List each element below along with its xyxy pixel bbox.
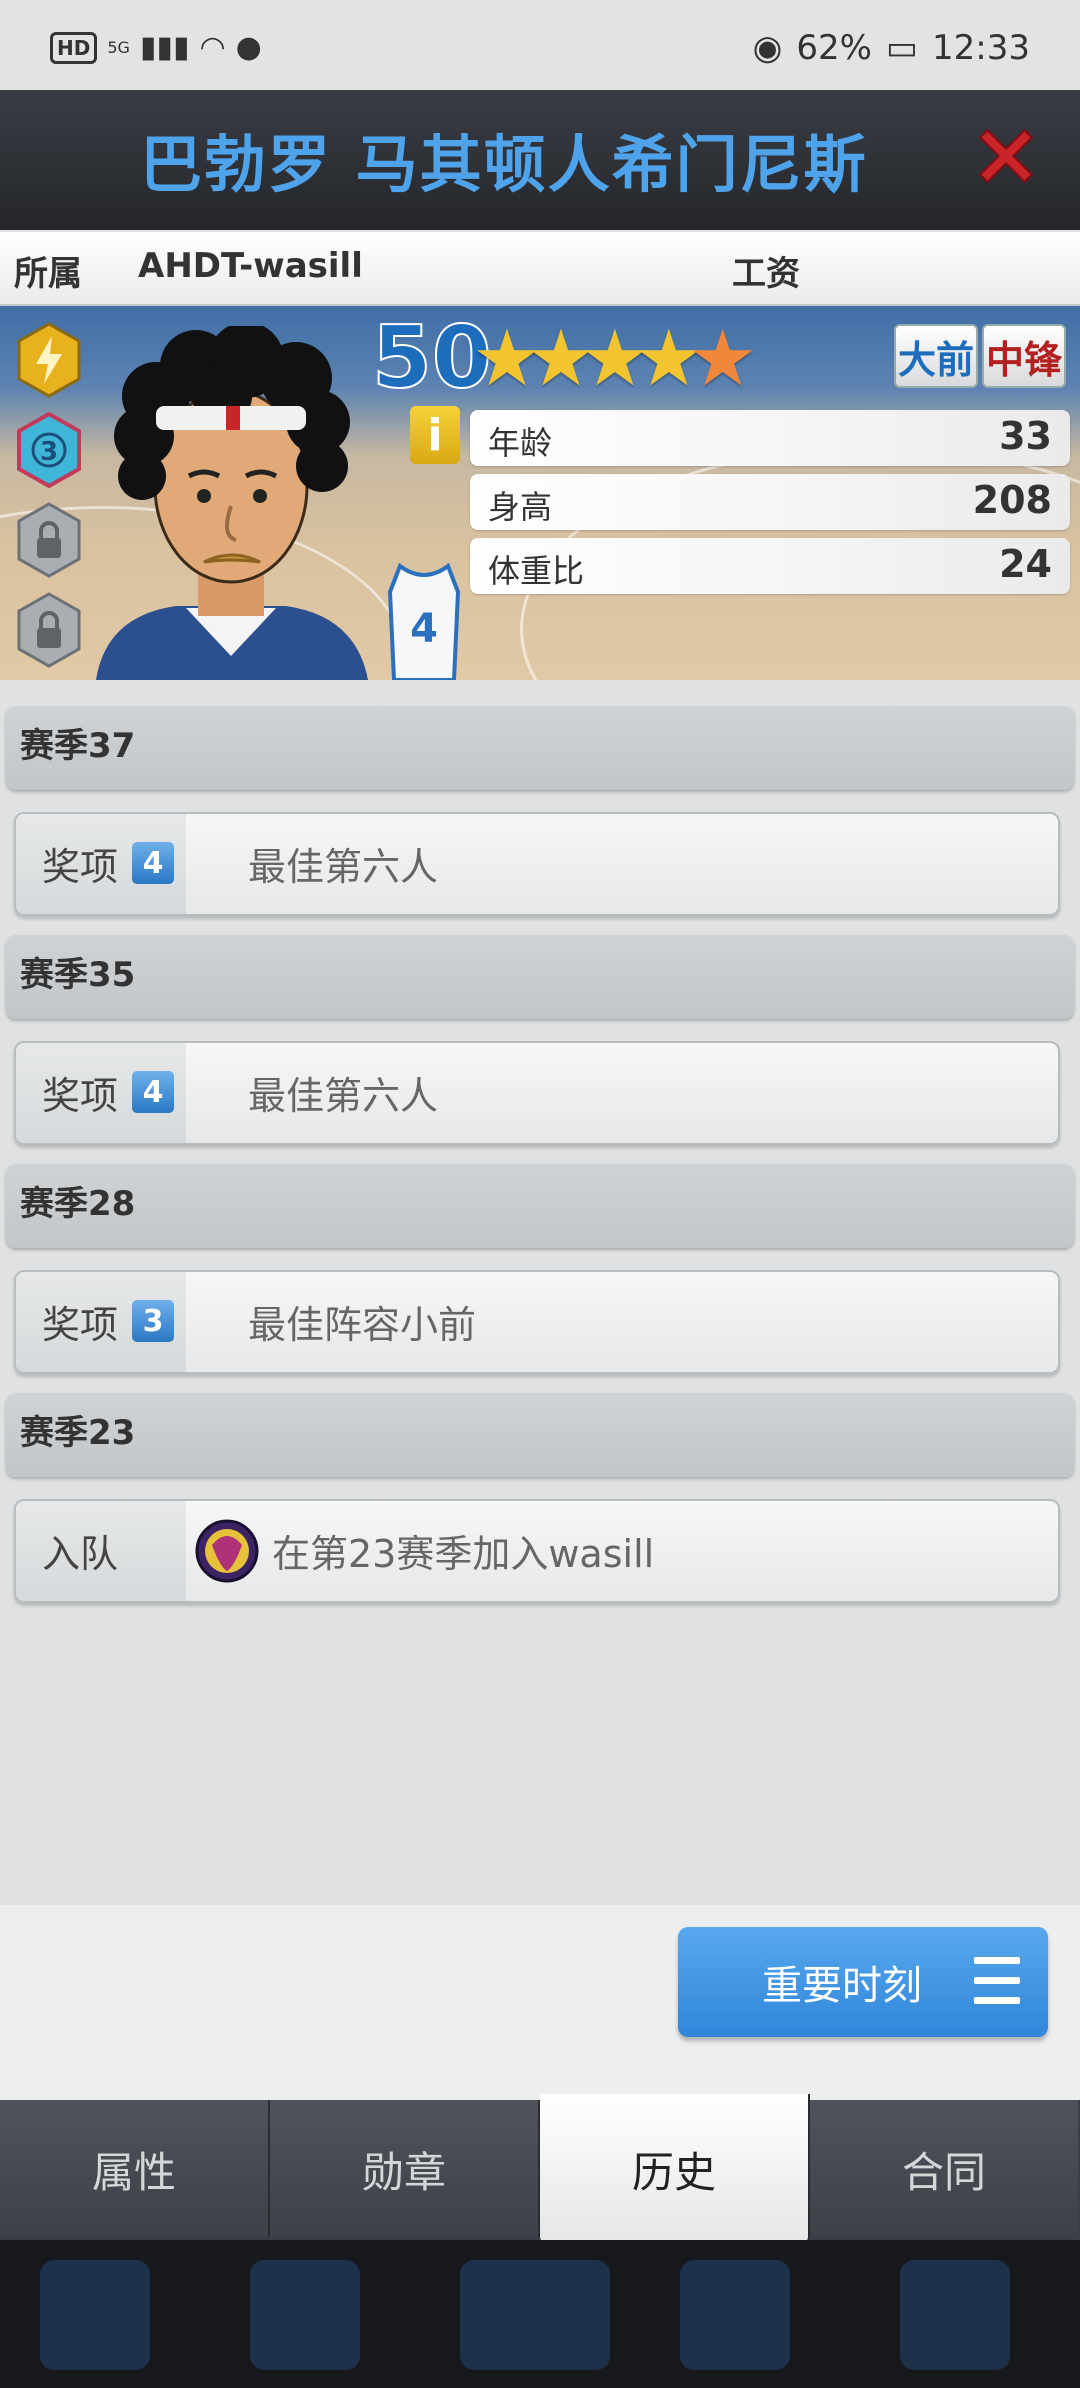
status-bar: HD 5G ▮▮▮ ◠ ● ◉ 62% ▭ 12:33	[0, 0, 1080, 90]
season-header: 赛季35	[6, 935, 1074, 1019]
entry-type: 奖项	[42, 845, 119, 889]
player-header: 巴勃罗 马其顿人希门尼斯	[0, 90, 1080, 230]
nav-icon[interactable]	[460, 2260, 610, 2370]
lock-icon	[17, 502, 81, 578]
level-badge-icon[interactable]: 3	[16, 412, 82, 488]
entry-text: 最佳第六人	[248, 845, 439, 889]
lightning-badge-icon[interactable]	[16, 322, 82, 398]
entry-type-cell: 奖项 4	[16, 1043, 186, 1143]
season-title: 赛季37	[20, 726, 136, 766]
stat-label: 体重比	[488, 552, 585, 590]
info-icon: i	[427, 409, 443, 461]
stat-value: 33	[999, 414, 1052, 458]
clock: 12:33	[932, 28, 1030, 68]
signal-icon: ▮▮▮	[139, 30, 190, 65]
hd-indicator: HD	[50, 31, 98, 64]
tab-contract[interactable]: 合同	[810, 2100, 1078, 2238]
battery-icon: ▭	[885, 28, 919, 68]
jersey-number: 4	[410, 606, 438, 652]
entry-type: 奖项	[42, 1074, 119, 1118]
stat-label: 年龄	[488, 424, 553, 462]
entry-text: 在第23赛季加入wasill	[272, 1532, 655, 1576]
stat-weight-ratio: 体重比 24	[470, 538, 1070, 594]
team-label: 所属	[14, 254, 82, 294]
season-title: 赛季35	[20, 955, 136, 995]
nav-icon[interactable]	[250, 2260, 360, 2370]
wifi-icon: ◠	[199, 30, 226, 65]
entry-type-cell: 奖项 4	[16, 814, 186, 914]
important-moments-button[interactable]: 重要时刻	[678, 1927, 1048, 2037]
season-header: 赛季28	[6, 1164, 1074, 1248]
tab-bar: 属性 勋章 历史 合同	[0, 2094, 1080, 2244]
entry-text: 最佳阵容小前	[248, 1303, 477, 1347]
award-count-badge: 4	[132, 842, 174, 884]
bottom-nav	[0, 2240, 1080, 2388]
entry-type: 奖项	[42, 1303, 119, 1347]
close-button[interactable]	[958, 108, 1054, 204]
salary-label: 工资	[732, 254, 800, 294]
nav-icon[interactable]	[680, 2260, 790, 2370]
award-count-badge: 4	[132, 1071, 174, 1113]
team-logo-icon	[195, 1519, 259, 1583]
star-rating: ★ ★ ★ ★ ★	[472, 320, 758, 398]
team-row: 所属 AHDT-wasill 工资	[0, 232, 1080, 308]
tab-medals[interactable]: 勋章	[270, 2100, 540, 2238]
history-entry[interactable]: 奖项 4 最佳第六人	[14, 1041, 1060, 1145]
season-title: 赛季23	[20, 1413, 136, 1453]
history-entry[interactable]: 入队 在第23赛季加入wasill	[14, 1499, 1060, 1603]
tab-attributes[interactable]: 属性	[0, 2100, 270, 2238]
lock-icon	[17, 592, 81, 668]
entry-text: 最佳第六人	[248, 1074, 439, 1118]
player-card: 3 4 50 ★ ★ ★ ★ ★ 大前 中锋 i 年龄 33 身高 208 体重…	[0, 306, 1080, 680]
award-count-badge: 3	[132, 1300, 174, 1342]
entry-type-cell: 奖项 3	[16, 1272, 186, 1372]
stat-value: 24	[999, 542, 1052, 586]
history-entry[interactable]: 奖项 3 最佳阵容小前	[14, 1270, 1060, 1374]
menu-icon	[974, 1957, 1020, 2005]
wechat-icon: ●	[235, 30, 262, 65]
status-left: HD 5G ▮▮▮ ◠ ●	[50, 30, 262, 65]
team-value: AHDT-wasill	[138, 246, 363, 286]
eye-icon: ◉	[752, 28, 783, 68]
position-badge-secondary: 中锋	[982, 324, 1066, 388]
network-type: 5G	[107, 37, 130, 57]
position-badge-primary: 大前	[894, 324, 978, 388]
status-right: ◉ 62% ▭ 12:33	[753, 28, 1030, 68]
close-icon	[978, 128, 1034, 184]
moments-label: 重要时刻	[762, 1963, 922, 2009]
player-avatar	[96, 326, 368, 680]
entry-type-cell: 入队	[16, 1501, 186, 1601]
history-entry[interactable]: 奖项 4 最佳第六人	[14, 812, 1060, 916]
info-button[interactable]: i	[410, 406, 460, 464]
nav-icon[interactable]	[900, 2260, 1010, 2370]
season-title: 赛季28	[20, 1184, 136, 1224]
season-header: 赛季37	[6, 706, 1074, 790]
season-header: 赛季23	[6, 1393, 1074, 1477]
stat-value: 208	[972, 478, 1052, 522]
player-name: 巴勃罗 马其顿人希门尼斯	[140, 128, 868, 201]
entry-type: 入队	[42, 1532, 119, 1576]
nav-icon[interactable]	[40, 2260, 150, 2370]
badge-level: 3	[40, 437, 58, 467]
jersey-icon: 4	[387, 562, 461, 680]
battery-percent: 62%	[796, 28, 872, 68]
stat-age: 年龄 33	[470, 410, 1070, 466]
stat-height: 身高 208	[470, 474, 1070, 530]
star-icon: ★	[687, 314, 758, 404]
tab-history[interactable]: 历史	[540, 2094, 810, 2244]
stat-label: 身高	[488, 488, 553, 526]
